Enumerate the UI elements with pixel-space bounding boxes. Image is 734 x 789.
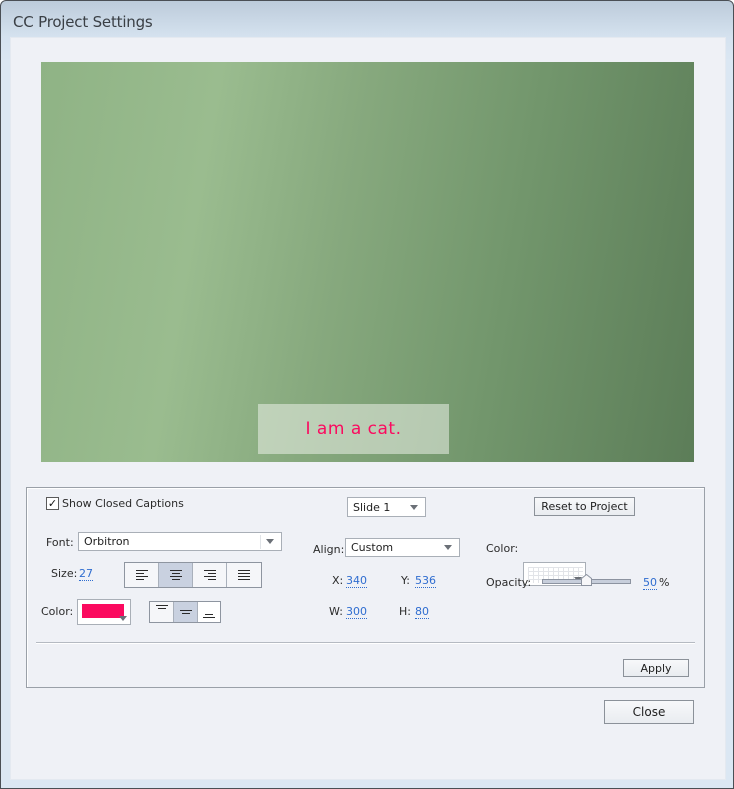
font-select[interactable]: Orbitron <box>78 532 282 551</box>
show-closed-captions-label: Show Closed Captions <box>62 497 184 510</box>
x-label: X: <box>332 574 344 587</box>
text-align-group <box>124 562 262 588</box>
valign-top-button[interactable] <box>150 602 174 622</box>
opacity-slider-thumb[interactable] <box>581 574 592 586</box>
align-left-icon <box>135 570 148 580</box>
panel-divider <box>36 642 695 644</box>
chevron-down-icon <box>266 539 274 544</box>
opacity-value[interactable]: 50 <box>643 576 657 590</box>
align-justify-icon <box>238 570 250 580</box>
align-right-button[interactable] <box>193 563 227 587</box>
show-closed-captions-checkbox[interactable]: ✓ <box>46 497 59 510</box>
caption-preview: I am a cat. <box>41 62 694 462</box>
close-label: Close <box>632 705 666 719</box>
reset-to-project-button[interactable]: Reset to Project <box>534 497 635 516</box>
apply-label: Apply <box>640 661 672 675</box>
h-value[interactable]: 80 <box>415 605 429 619</box>
w-value[interactable]: 300 <box>346 605 367 619</box>
chevron-down-icon <box>444 545 452 550</box>
text-color-label: Color: <box>41 605 74 618</box>
checkmark-icon: ✓ <box>47 497 58 510</box>
vertical-align-group <box>149 601 221 623</box>
align-label: Align: <box>313 543 345 556</box>
caption-settings-panel: ✓ Show Closed Captions Slide 1 Reset to … <box>26 487 705 688</box>
dialog-title: CC Project Settings <box>13 13 153 31</box>
background-color-label: Color: <box>486 542 519 555</box>
y-value[interactable]: 536 <box>415 574 436 588</box>
apply-button[interactable]: Apply <box>623 659 689 677</box>
w-label: W: <box>329 605 343 618</box>
slide-select[interactable]: Slide 1 <box>347 497 426 517</box>
x-value[interactable]: 340 <box>346 574 367 588</box>
y-label: Y: <box>401 574 410 587</box>
slide-select-value: Slide 1 <box>353 500 391 514</box>
cc-project-settings-dialog: CC Project Settings I am a cat. ✓ Show C… <box>0 0 734 789</box>
chevron-down-icon <box>410 504 418 510</box>
valign-top-icon <box>155 605 168 609</box>
align-center-button[interactable] <box>159 563 193 587</box>
valign-bottom-button[interactable] <box>198 602 220 622</box>
caption-text: I am a cat. <box>305 419 402 439</box>
select-separator <box>260 534 261 549</box>
font-select-value: Orbitron <box>84 535 130 548</box>
caption-box[interactable]: I am a cat. <box>258 404 449 454</box>
text-color-picker[interactable] <box>77 599 131 625</box>
chevron-down-icon <box>119 616 127 621</box>
dialog-client-area: I am a cat. ✓ Show Closed Captions Slide… <box>10 37 726 780</box>
size-value[interactable]: 27 <box>79 567 93 581</box>
align-left-button[interactable] <box>125 563 159 587</box>
align-center-icon <box>169 570 182 580</box>
align-right-icon <box>203 570 216 580</box>
align-select[interactable]: Custom <box>345 538 460 557</box>
align-select-value: Custom <box>351 541 394 554</box>
close-button[interactable]: Close <box>604 700 694 724</box>
opacity-unit: % <box>659 576 670 589</box>
opacity-label: Opacity: <box>486 576 532 589</box>
font-label: Font: <box>46 536 74 549</box>
valign-middle-icon <box>179 610 192 614</box>
size-label: Size: <box>51 567 78 580</box>
align-justify-button[interactable] <box>227 563 261 587</box>
h-label: H: <box>399 605 411 618</box>
valign-bottom-icon <box>203 614 215 618</box>
valign-middle-button[interactable] <box>174 602 198 622</box>
text-color-swatch <box>82 604 124 618</box>
reset-to-project-label: Reset to Project <box>541 500 628 513</box>
show-closed-captions-row: ✓ Show Closed Captions <box>46 497 184 510</box>
